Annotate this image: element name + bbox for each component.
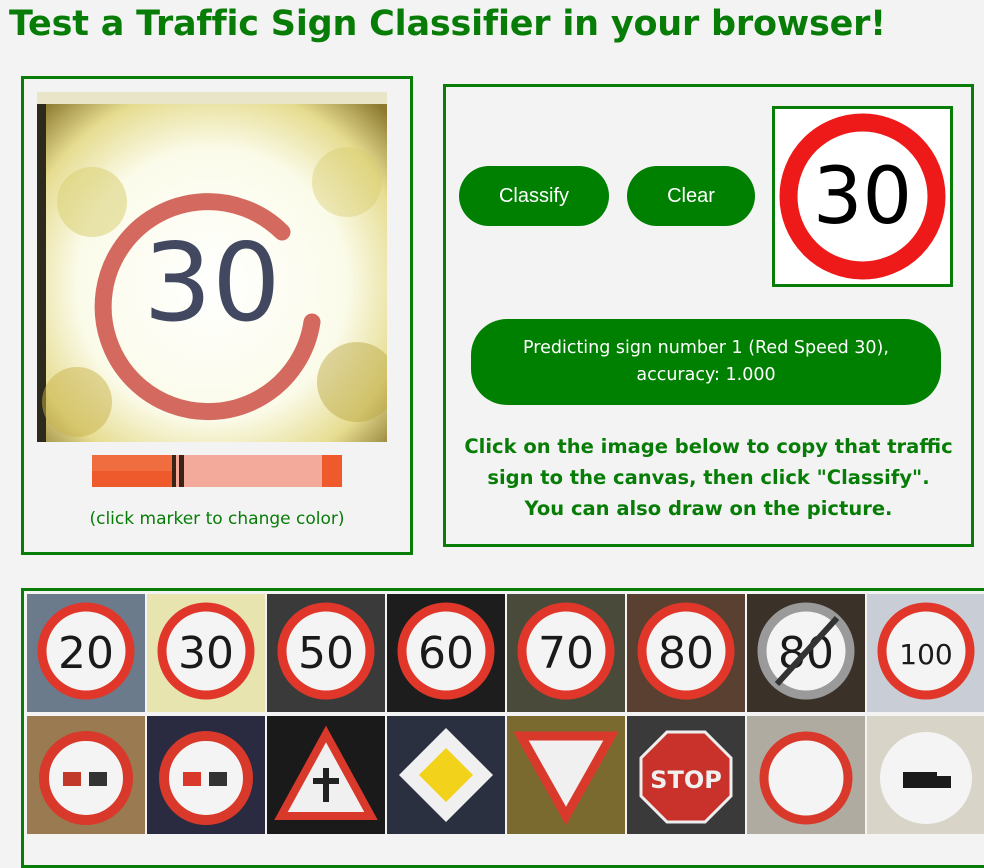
gallery-sign-text: STOP — [650, 766, 722, 794]
instructions-line-2: sign to the canvas, then click "Classify… — [487, 466, 930, 489]
clear-button[interactable]: Clear — [627, 166, 755, 226]
speed-limit-sign-icon: 100 — [877, 602, 975, 700]
speed-limit-sign-icon: 30 — [157, 602, 255, 700]
instructions-text: Click on the image below to copy that tr… — [446, 431, 971, 524]
gallery-sign-text: 20 — [58, 628, 114, 679]
gallery-tile[interactable] — [27, 716, 145, 834]
gallery-tile[interactable]: 50 — [267, 594, 385, 712]
trucks-prohibited-sign-icon — [880, 732, 972, 824]
gallery-sign-text: 100 — [899, 638, 952, 671]
end-speed-limit-sign-icon: 80 — [757, 602, 855, 700]
gallery-sign-text: 60 — [418, 628, 474, 679]
no-passing-trucks-sign-icon — [159, 731, 253, 825]
right-of-way-sign-icon — [274, 725, 378, 820]
gallery-tile[interactable] — [507, 716, 625, 834]
gallery-tile[interactable]: 20 — [27, 594, 145, 712]
prediction-line-2: accuracy: 1.000 — [636, 365, 776, 385]
marker-hint: (click marker to change color) — [89, 509, 345, 529]
gallery-tile[interactable]: 60 — [387, 594, 505, 712]
gallery-sign-text: 70 — [538, 628, 594, 679]
prediction-line-1: Predicting sign number 1 (Red Speed 30), — [523, 338, 889, 358]
stop-sign-icon: STOP — [639, 730, 733, 824]
gallery-tile[interactable]: 80 — [747, 594, 865, 712]
prediction-preview: 30 — [772, 106, 953, 287]
yield-sign-icon — [513, 731, 619, 826]
preview-sign-text: 30 — [813, 152, 912, 242]
speed-limit-sign-icon: 70 — [517, 602, 615, 700]
gallery-tile[interactable]: STOP — [627, 716, 745, 834]
priority-road-sign-icon — [399, 728, 493, 822]
gallery-tile[interactable] — [747, 716, 865, 834]
gallery-tile[interactable] — [867, 716, 984, 834]
canvas-sign-text: 30 — [143, 221, 280, 346]
gallery-tile[interactable]: 100 — [867, 594, 984, 712]
gallery-tile[interactable] — [267, 716, 385, 834]
no-passing-sign-icon — [39, 731, 133, 825]
speed-limit-sign-icon: 20 — [37, 602, 135, 700]
gallery-sign-text: 30 — [178, 628, 234, 679]
speed-limit-sign-icon: 60 — [397, 602, 495, 700]
page-title: Test a Traffic Sign Classifier in your b… — [9, 4, 886, 44]
speed-limit-sign-icon: 80 — [637, 602, 735, 700]
gallery-tile[interactable] — [387, 716, 505, 834]
no-vehicles-sign-icon — [759, 731, 853, 825]
sign-gallery-panel: 20 30 50 60 70 80 80 100 STOP — [21, 588, 984, 868]
drawing-panel: 30 (click marker to change color) — [21, 76, 413, 555]
speed-limit-sign-icon: 30 — [775, 109, 950, 284]
controls-panel: Classify Clear 30 Predicting sign number… — [443, 84, 974, 547]
gallery-tile[interactable]: 80 — [627, 594, 745, 712]
speed-limit-sign-icon: 50 — [277, 602, 375, 700]
gallery-tile[interactable] — [147, 716, 265, 834]
marker-color-bar[interactable] — [92, 455, 342, 487]
gallery-tile[interactable]: 70 — [507, 594, 625, 712]
gallery-sign-text: 50 — [298, 628, 354, 679]
instructions-line-3: You can also draw on the picture. — [524, 497, 893, 520]
drawing-canvas[interactable]: 30 — [37, 92, 387, 442]
gallery-sign-text: 80 — [658, 628, 714, 679]
classify-button[interactable]: Classify — [459, 166, 609, 226]
gallery-tile[interactable]: 30 — [147, 594, 265, 712]
instructions-line-1: Click on the image below to copy that tr… — [464, 435, 953, 458]
prediction-result: Predicting sign number 1 (Red Speed 30),… — [471, 319, 941, 405]
